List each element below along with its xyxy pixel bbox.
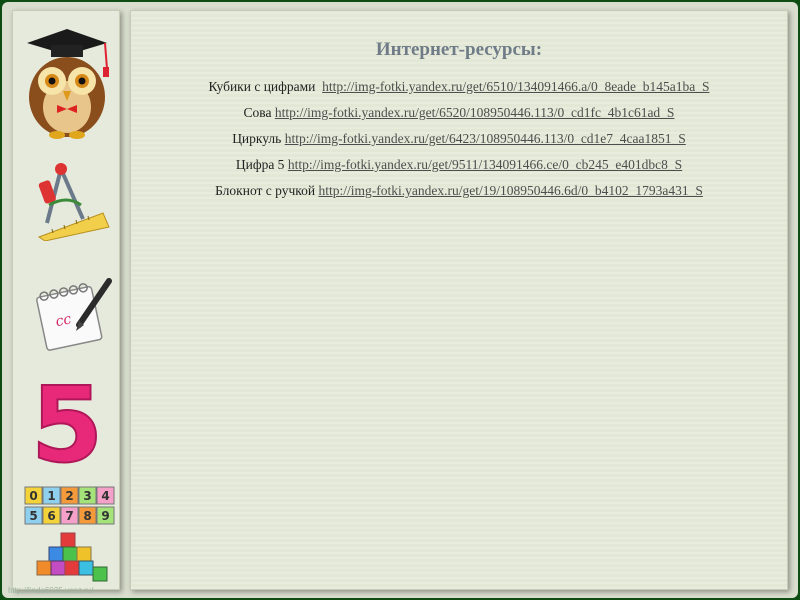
resource-label: Сова	[243, 105, 272, 120]
cube-digit: 4	[101, 489, 109, 503]
page-title: Интернет-ресурсы:	[375, 39, 543, 60]
content-panel: Интернет-ресурсы: Кубики с цифрами http:…	[130, 10, 788, 590]
cube-digit: 2	[65, 489, 73, 503]
cube-digit: 9	[101, 509, 109, 523]
cube-digit: 6	[47, 509, 55, 523]
footer-url: http://linda6035.ucoz.ru/	[8, 586, 94, 595]
resource-label: Циркуль	[232, 131, 282, 146]
digit-five: 5	[31, 375, 103, 473]
resource-link[interactable]: http://img-fotki.yandex.ru/get/6423/1089…	[285, 131, 686, 146]
resource-item: Блокнот с ручкой http://img-fotki.yandex…	[131, 183, 787, 198]
cube-digit: 0	[29, 489, 37, 503]
resource-item: Циркуль http://img-fotki.yandex.ru/get/6…	[131, 131, 787, 146]
resource-label: Блокнот с ручкой	[215, 183, 316, 198]
resource-item: Кубики с цифрами http://img-fotki.yandex…	[131, 79, 787, 94]
cube-digit: 5	[29, 509, 37, 523]
resource-item: Сова http://img-fotki.yandex.ru/get/6520…	[131, 105, 787, 120]
cube-digit: 1	[47, 489, 55, 503]
cube-digit: 3	[83, 489, 91, 503]
number-five-icon: 5	[30, 375, 104, 473]
resource-link[interactable]: http://img-fotki.yandex.ru/get/6510/1340…	[322, 79, 709, 94]
sidebar-panel: сс 5 0 1 2 3 4 5 6 7 8 9	[12, 10, 120, 590]
resource-item: Цифра 5 http://img-fotki.yandex.ru/get/9…	[131, 157, 787, 172]
resource-list: Кубики с цифрами http://img-fotki.yandex…	[131, 79, 787, 209]
resource-link[interactable]: http://img-fotki.yandex.ru/get/19/108950…	[319, 183, 703, 198]
compass-ruler-icon	[37, 163, 110, 241]
notepad-pen-icon: сс	[36, 278, 112, 351]
cube-digit: 8	[83, 509, 91, 523]
resource-label: Кубики с цифрами	[208, 79, 316, 94]
number-cubes-icon: 0 1 2 3 4 5 6 7 8 9	[24, 486, 115, 582]
resource-label: Цифра 5	[235, 157, 285, 172]
owl-icon	[27, 29, 109, 139]
cube-digit: 7	[65, 509, 73, 523]
resource-link[interactable]: http://img-fotki.yandex.ru/get/9511/1340…	[288, 157, 682, 172]
resource-link[interactable]: http://img-fotki.yandex.ru/get/6520/1089…	[275, 105, 675, 120]
